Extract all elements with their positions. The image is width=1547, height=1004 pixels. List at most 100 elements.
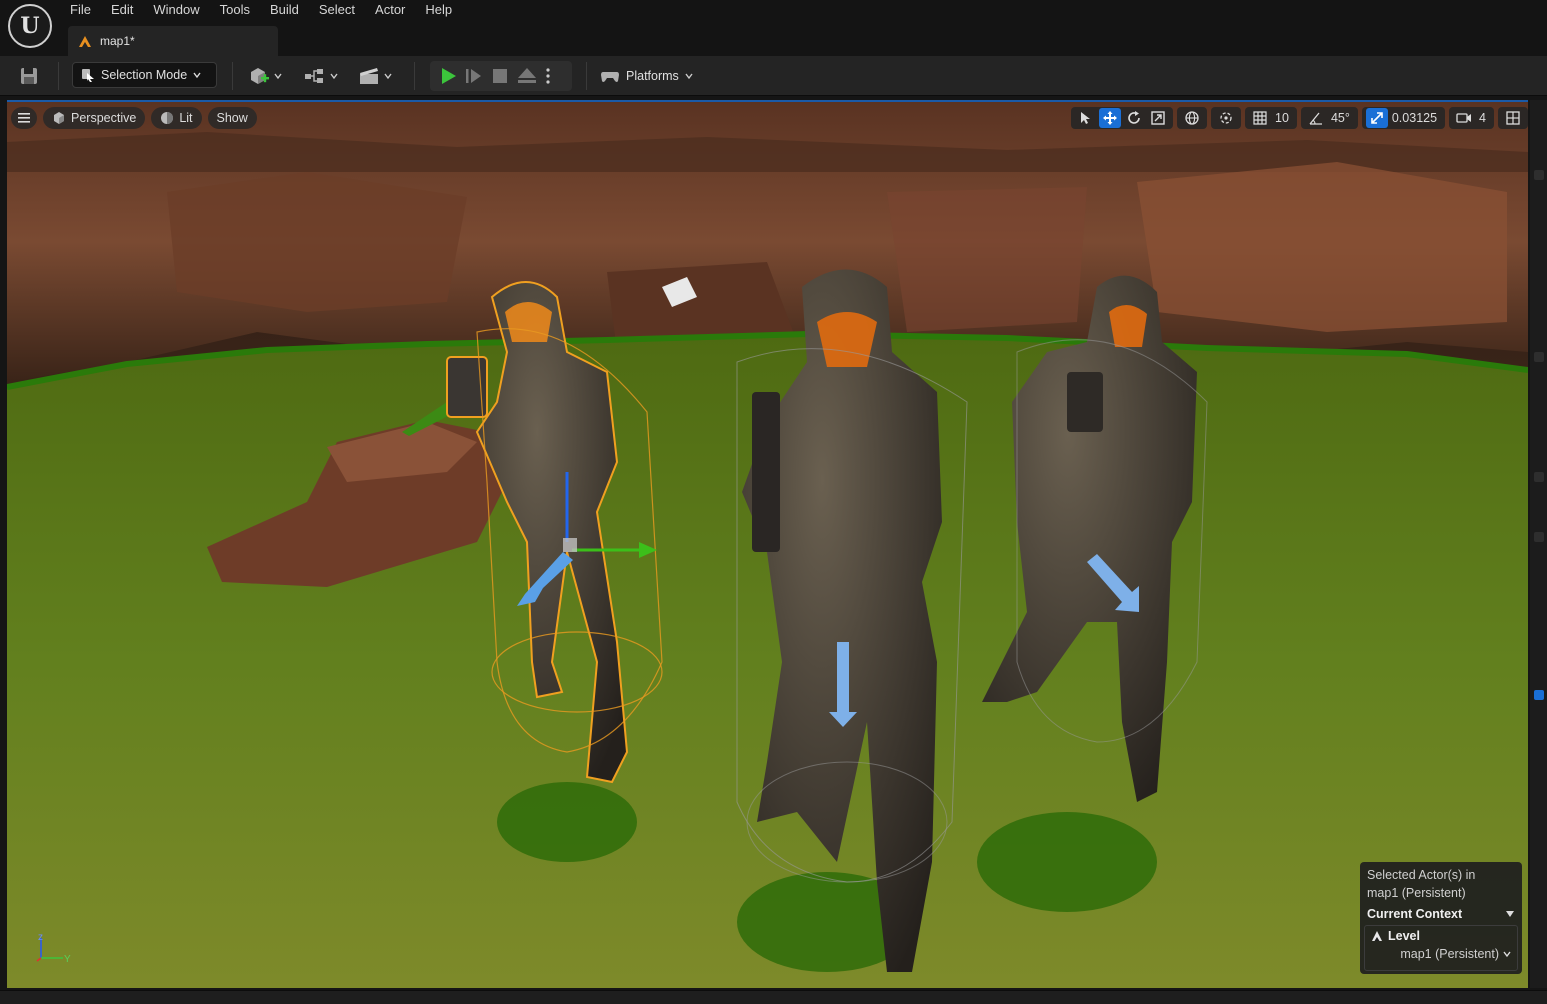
camera-icon bbox=[1453, 108, 1475, 128]
toolbar-divider bbox=[586, 62, 587, 90]
hamburger-menu-icon bbox=[18, 113, 30, 123]
menu-bar: File Edit Window Tools Build Select Acto… bbox=[60, 0, 462, 20]
camera-speed-value: 4 bbox=[1479, 111, 1486, 125]
menu-edit[interactable]: Edit bbox=[101, 0, 143, 20]
chevron-down-icon bbox=[384, 73, 392, 80]
cinematics-button[interactable] bbox=[358, 63, 392, 89]
chevron-down-icon bbox=[330, 73, 338, 80]
platforms-dropdown[interactable]: Platforms bbox=[600, 63, 693, 89]
menu-select[interactable]: Select bbox=[309, 0, 365, 20]
level-icon bbox=[1372, 931, 1382, 941]
viewport-toolbar-left: Perspective Lit Show bbox=[11, 107, 257, 129]
panel-marker bbox=[1534, 532, 1544, 542]
details-panel-edge[interactable] bbox=[1530, 100, 1547, 988]
perspective-label: Perspective bbox=[71, 111, 137, 125]
selected-actors-line1: Selected Actor(s) in bbox=[1367, 868, 1476, 882]
cursor-icon bbox=[82, 69, 94, 82]
menu-help[interactable]: Help bbox=[415, 0, 462, 20]
title-bar: U File Edit Window Tools Build Select Ac… bbox=[0, 0, 1547, 56]
platforms-label: Platforms bbox=[626, 69, 679, 83]
panel-marker bbox=[1534, 472, 1544, 482]
add-actor-button[interactable] bbox=[248, 63, 282, 89]
level-selector[interactable]: Level map1 (Persistent) bbox=[1364, 925, 1518, 971]
character-shadow bbox=[977, 812, 1157, 912]
menu-file[interactable]: File bbox=[60, 0, 101, 20]
stop-icon[interactable] bbox=[490, 66, 510, 86]
current-context-label: Current Context bbox=[1367, 907, 1463, 921]
play-icon[interactable] bbox=[438, 66, 458, 86]
surface-snapping[interactable] bbox=[1211, 107, 1242, 129]
rotation-snap-value: 45° bbox=[1330, 111, 1350, 125]
level-label: Level bbox=[1388, 929, 1420, 943]
menu-window[interactable]: Window bbox=[143, 0, 209, 20]
chevron-down-icon bbox=[685, 73, 693, 80]
viewport-layout-button[interactable] bbox=[1498, 107, 1528, 129]
viewport-scene[interactable] bbox=[7, 102, 1528, 988]
tab-label: map1* bbox=[100, 34, 135, 48]
scale-snap-control[interactable]: 0.03125 bbox=[1361, 107, 1446, 129]
viewport-options-button[interactable] bbox=[11, 107, 37, 129]
camera-speed-control[interactable]: 4 bbox=[1449, 107, 1494, 129]
play-controls bbox=[430, 61, 572, 91]
show-label: Show bbox=[216, 111, 248, 125]
selection-mode-label: Selection Mode bbox=[101, 68, 188, 82]
axis-y-label: Y bbox=[64, 954, 71, 965]
chevron-down-icon bbox=[193, 72, 201, 79]
selected-actors-line2: map1 (Persistent) bbox=[1367, 886, 1466, 900]
eject-icon[interactable] bbox=[516, 66, 538, 86]
translate-tool-icon[interactable] bbox=[1099, 108, 1122, 128]
chevron-down-icon bbox=[274, 73, 282, 80]
selection-mode-dropdown[interactable]: Selection Mode bbox=[72, 62, 217, 88]
surface-snap-icon bbox=[1215, 108, 1237, 128]
character-shadow bbox=[497, 782, 637, 862]
level-viewport[interactable]: Perspective Lit Show 10 45° 0.03125 4 z … bbox=[7, 100, 1528, 988]
perspective-button[interactable]: Perspective bbox=[43, 107, 146, 129]
caret-down-icon bbox=[1506, 911, 1514, 917]
rock-face bbox=[887, 187, 1087, 332]
axis-z-label: z bbox=[38, 932, 43, 943]
lit-label: Lit bbox=[179, 111, 193, 125]
gamepad-icon bbox=[601, 72, 619, 82]
show-flags-button[interactable]: Show bbox=[207, 107, 257, 129]
more-options-icon[interactable] bbox=[544, 66, 552, 86]
transform-tools bbox=[1071, 107, 1174, 129]
rotation-snap-control[interactable]: 45° bbox=[1300, 107, 1358, 129]
add-cube-icon bbox=[251, 68, 269, 84]
level-value: map1 (Persistent) bbox=[1400, 947, 1499, 961]
viewport-toolbar-right: 10 45° 0.03125 4 bbox=[1071, 107, 1528, 129]
grid-snap-control[interactable]: 10 bbox=[1245, 107, 1297, 129]
view-mode-button[interactable]: Lit bbox=[151, 107, 202, 129]
rock-face bbox=[167, 172, 467, 312]
scale-snap-value: 0.03125 bbox=[1391, 111, 1438, 125]
scale-tool-icon[interactable] bbox=[1147, 108, 1169, 128]
layout-grid-icon bbox=[1502, 108, 1524, 128]
unreal-editor-window: U File Edit Window Tools Build Select Ac… bbox=[0, 0, 1547, 1004]
coordinate-system[interactable] bbox=[1177, 107, 1208, 129]
level-context-panel: Selected Actor(s) in map1 (Persistent) C… bbox=[1360, 862, 1522, 974]
current-context-header[interactable]: Current Context bbox=[1364, 907, 1518, 921]
select-tool-icon[interactable] bbox=[1075, 108, 1097, 128]
menu-actor[interactable]: Actor bbox=[365, 0, 415, 20]
save-icon[interactable] bbox=[18, 65, 40, 87]
eye-icon[interactable] bbox=[1534, 352, 1544, 362]
axis-indicator: z Y bbox=[36, 932, 71, 965]
cube-icon bbox=[54, 112, 64, 124]
world-globe-icon bbox=[1181, 108, 1203, 128]
level-icon bbox=[79, 36, 91, 47]
unreal-logo-icon[interactable]: U bbox=[8, 4, 52, 48]
chevron-down-icon bbox=[1503, 951, 1511, 958]
grid-snap-icon bbox=[1249, 108, 1271, 128]
tab-map1[interactable]: map1* bbox=[68, 26, 278, 56]
rotate-tool-icon[interactable] bbox=[1123, 108, 1145, 128]
panel-marker-active bbox=[1534, 690, 1544, 700]
clapperboard-icon bbox=[360, 68, 378, 84]
menu-tools[interactable]: Tools bbox=[210, 0, 260, 20]
blueprint-icon bbox=[305, 69, 323, 83]
menu-build[interactable]: Build bbox=[260, 0, 309, 20]
rock-face bbox=[1137, 162, 1507, 332]
advance-frame-icon[interactable] bbox=[464, 66, 484, 86]
grid-snap-value: 10 bbox=[1275, 111, 1289, 125]
toolbar-divider bbox=[58, 62, 59, 90]
eye-icon[interactable] bbox=[1534, 170, 1544, 180]
blueprint-button[interactable] bbox=[304, 63, 338, 89]
